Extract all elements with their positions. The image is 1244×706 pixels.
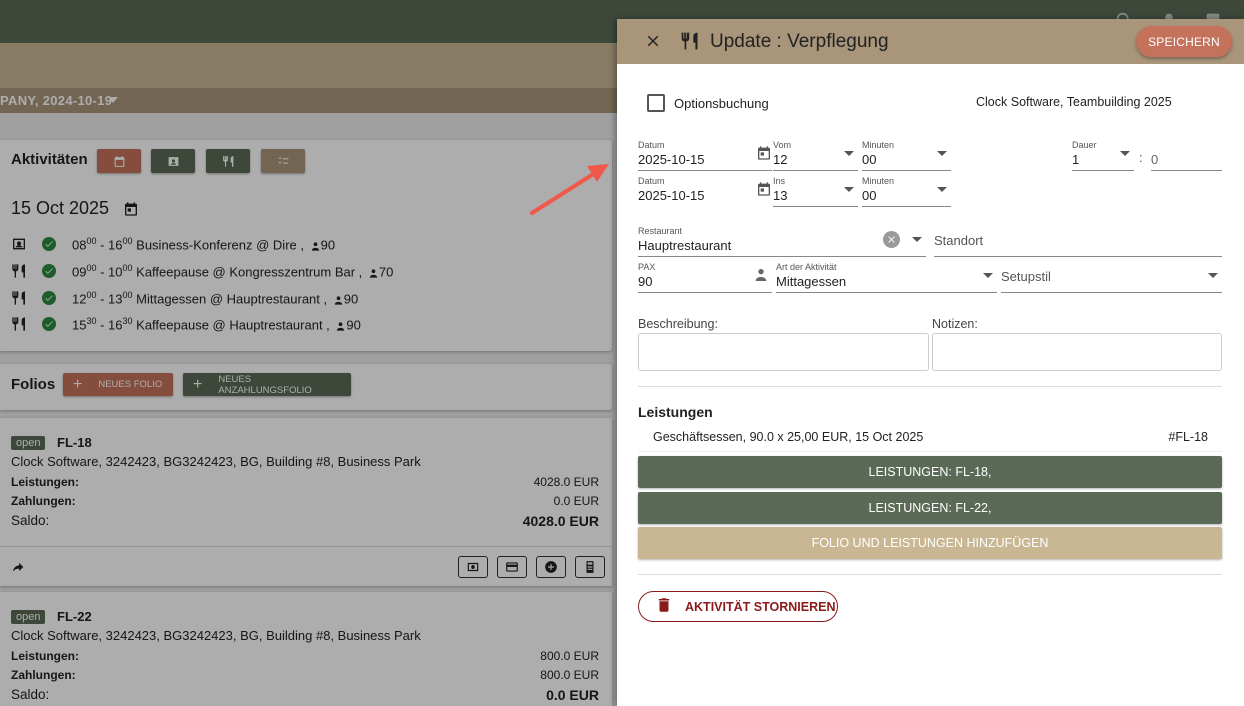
- option-booking-label: Optionsbuchung: [674, 96, 769, 111]
- chevron-down-icon: [844, 187, 854, 192]
- start-date-field[interactable]: Datum 2025-10-15: [638, 140, 772, 171]
- chevron-down-icon: [937, 151, 947, 156]
- activity-type-select[interactable]: Art der Aktivität Mittagessen: [776, 262, 997, 293]
- calendar-icon[interactable]: [756, 145, 772, 166]
- duration-hours-select[interactable]: Dauer 1: [1072, 140, 1134, 171]
- update-drawer: Update : Verpflegung SPEICHERN Optionsbu…: [617, 19, 1244, 706]
- company-label: Clock Software, Teambuilding 2025: [976, 95, 1172, 109]
- description-textarea[interactable]: [638, 333, 929, 371]
- fork-knife-icon: [680, 31, 700, 56]
- drawer-title: Update : Verpflegung: [710, 31, 889, 52]
- chevron-down-icon: [844, 151, 854, 156]
- leistungen-fl18-button[interactable]: LEISTUNGEN: FL-18,: [638, 456, 1222, 488]
- start-minute-select[interactable]: Minuten 00: [862, 140, 951, 171]
- add-folio-leistungen-button[interactable]: FOLIO UND LEISTUNGEN HINZUFÜGEN: [638, 527, 1222, 559]
- clear-icon[interactable]: [883, 231, 900, 248]
- end-hour-select[interactable]: Ins 13: [773, 176, 858, 207]
- cancel-activity-button[interactable]: AKTIVITÄT STORNIEREN: [638, 591, 838, 622]
- location-input[interactable]: Standort: [934, 226, 1222, 257]
- chevron-down-icon: [983, 273, 993, 278]
- description-label: Beschreibung:: [638, 317, 718, 331]
- setup-style-select[interactable]: Setupstil: [1001, 262, 1222, 293]
- leistungen-heading: Leistungen: [638, 404, 713, 420]
- chevron-down-icon: [937, 187, 947, 192]
- option-booking-checkbox[interactable]: [647, 94, 665, 112]
- annotation-arrow: [530, 164, 609, 215]
- leistung-item[interactable]: Geschäftsessen, 90.0 x 25,00 EUR, 15 Oct…: [653, 430, 1208, 444]
- divider: [638, 386, 1222, 387]
- notes-textarea[interactable]: [932, 333, 1222, 371]
- save-button[interactable]: SPEICHERN: [1136, 26, 1232, 57]
- duration-separator: :: [1139, 150, 1143, 165]
- trash-icon: [655, 596, 673, 617]
- pax-input[interactable]: PAX 90: [638, 262, 772, 293]
- calendar-icon[interactable]: [756, 181, 772, 202]
- start-hour-select[interactable]: Vom 12: [773, 140, 858, 171]
- end-date-field[interactable]: Datum 2025-10-15: [638, 176, 772, 207]
- divider: [638, 451, 1222, 452]
- close-icon[interactable]: [644, 32, 662, 50]
- divider: [638, 574, 1222, 575]
- notes-label: Notizen:: [932, 317, 978, 331]
- chevron-down-icon: [1208, 273, 1218, 278]
- chevron-down-icon: [1120, 151, 1130, 156]
- person-icon: [753, 267, 769, 288]
- end-minute-select[interactable]: Minuten 00: [862, 176, 951, 207]
- chevron-down-icon: [912, 237, 922, 242]
- drawer-header: Update : Verpflegung SPEICHERN: [617, 19, 1244, 64]
- leistungen-fl22-button[interactable]: LEISTUNGEN: FL-22,: [638, 492, 1222, 524]
- duration-minutes-input[interactable]: 0: [1151, 140, 1222, 171]
